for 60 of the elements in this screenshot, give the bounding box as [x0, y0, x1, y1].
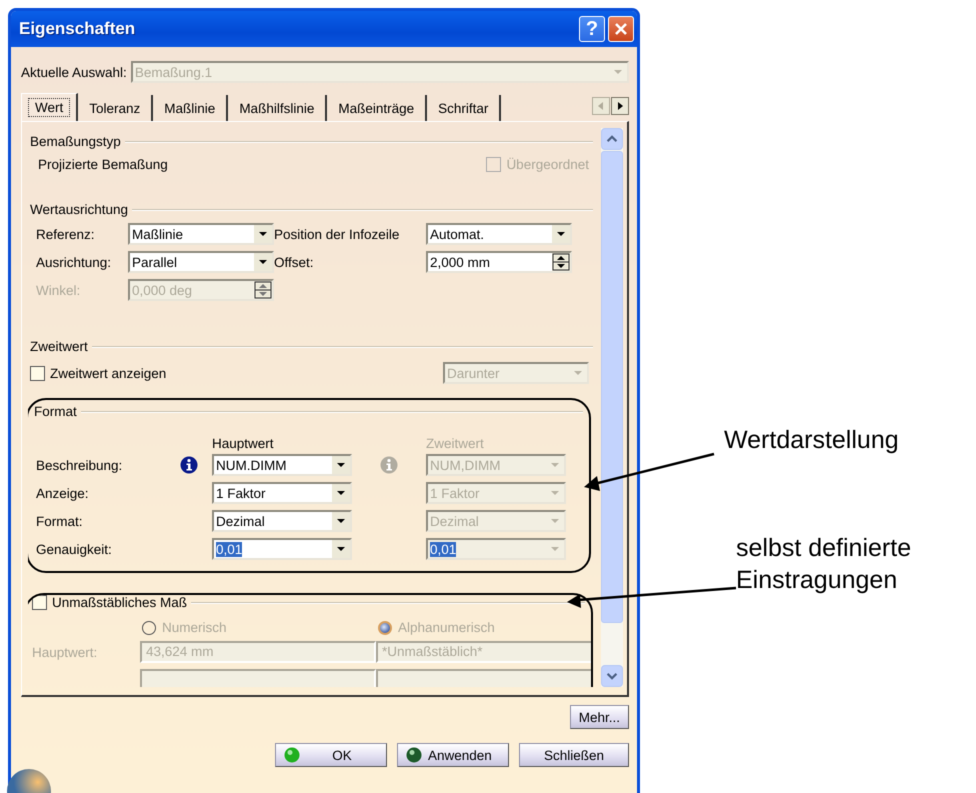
caret-icon	[332, 512, 350, 530]
field-label: Winkel:	[36, 282, 82, 298]
tab[interactable]: Wert	[21, 93, 78, 122]
group-title: Format	[34, 404, 77, 419]
dialog-button[interactable]: Schließen	[519, 743, 629, 767]
tab[interactable]: Maßeinträge	[327, 95, 428, 121]
dropdown[interactable]: Dezimal	[212, 510, 352, 532]
tab[interactable]: Toleranz	[78, 95, 154, 121]
window-title: Eigenschaften	[19, 19, 136, 39]
spinner-field[interactable]: 2,000 mm	[426, 251, 572, 273]
group-title: Wertausrichtung	[30, 202, 128, 217]
column-header: Hauptwert	[212, 436, 275, 451]
field-label: Offset:	[274, 254, 315, 270]
more-button[interactable]: Mehr...	[570, 705, 629, 729]
spinner-arrows-icon	[552, 253, 570, 271]
checkbox[interactable]: Zweitwert anzeigen	[30, 366, 166, 380]
caret-icon	[254, 225, 272, 243]
caret-icon	[332, 456, 350, 474]
scroll-up-icon[interactable]	[601, 128, 623, 150]
annotation-text: Wertdarstellung	[724, 425, 899, 456]
tab[interactable]: Maßlinie	[153, 95, 228, 121]
scroll-right-icon[interactable]	[611, 97, 629, 115]
field-label: Anzeige:	[36, 486, 90, 500]
dialog-button[interactable]: OK	[275, 743, 387, 767]
field-label: Referenz:	[36, 226, 96, 242]
caret-icon	[254, 253, 272, 271]
scroll-down-icon[interactable]	[601, 665, 623, 687]
dropdown[interactable]: Parallel	[128, 251, 274, 273]
field-label: Ausrichtung:	[36, 254, 112, 270]
caret-icon	[552, 225, 570, 243]
field-label: Hauptwert:	[32, 644, 98, 660]
tab[interactable]: Maßhilfslinie	[228, 95, 328, 121]
column-header: Zweitwert	[426, 436, 485, 451]
info-icon[interactable]	[180, 456, 198, 474]
caret-icon	[332, 484, 350, 502]
close-button[interactable]	[608, 16, 634, 42]
spinner-arrows-icon	[254, 281, 272, 299]
help-button[interactable]: ?	[579, 16, 605, 42]
dimension-type-text: Projizierte Bemaßung	[37, 157, 168, 172]
close-icon	[613, 21, 629, 37]
ball-icon	[284, 747, 300, 763]
dropdown[interactable]: 0,01	[212, 538, 352, 560]
dropdown[interactable]: NUM.DIMM	[212, 454, 352, 476]
scrollbar[interactable]	[601, 128, 623, 687]
caret-icon	[332, 540, 350, 558]
dropdown[interactable]: Automat.	[426, 223, 572, 245]
group-title: Bemaßungstyp	[30, 134, 121, 149]
field-label: Genauigkeit:	[36, 542, 113, 556]
tab[interactable]: Schriftar	[427, 95, 502, 121]
dialog-button[interactable]: Anwenden	[397, 743, 509, 767]
field-label: Beschreibung:	[36, 458, 124, 472]
scrollbar-thumb[interactable]	[601, 151, 623, 623]
annotation-text: selbst definierte Einstragungen	[736, 533, 912, 596]
field-label: Format:	[36, 514, 84, 528]
dropdown[interactable]: 1 Faktor	[212, 482, 352, 504]
field-label: Aktuelle Auswahl:	[21, 64, 127, 80]
dropdown[interactable]: Maßlinie	[128, 223, 274, 245]
ball-icon	[406, 747, 422, 763]
field-label: Position der Infozeile	[274, 226, 400, 242]
group-title: Zweitwert	[30, 339, 88, 354]
